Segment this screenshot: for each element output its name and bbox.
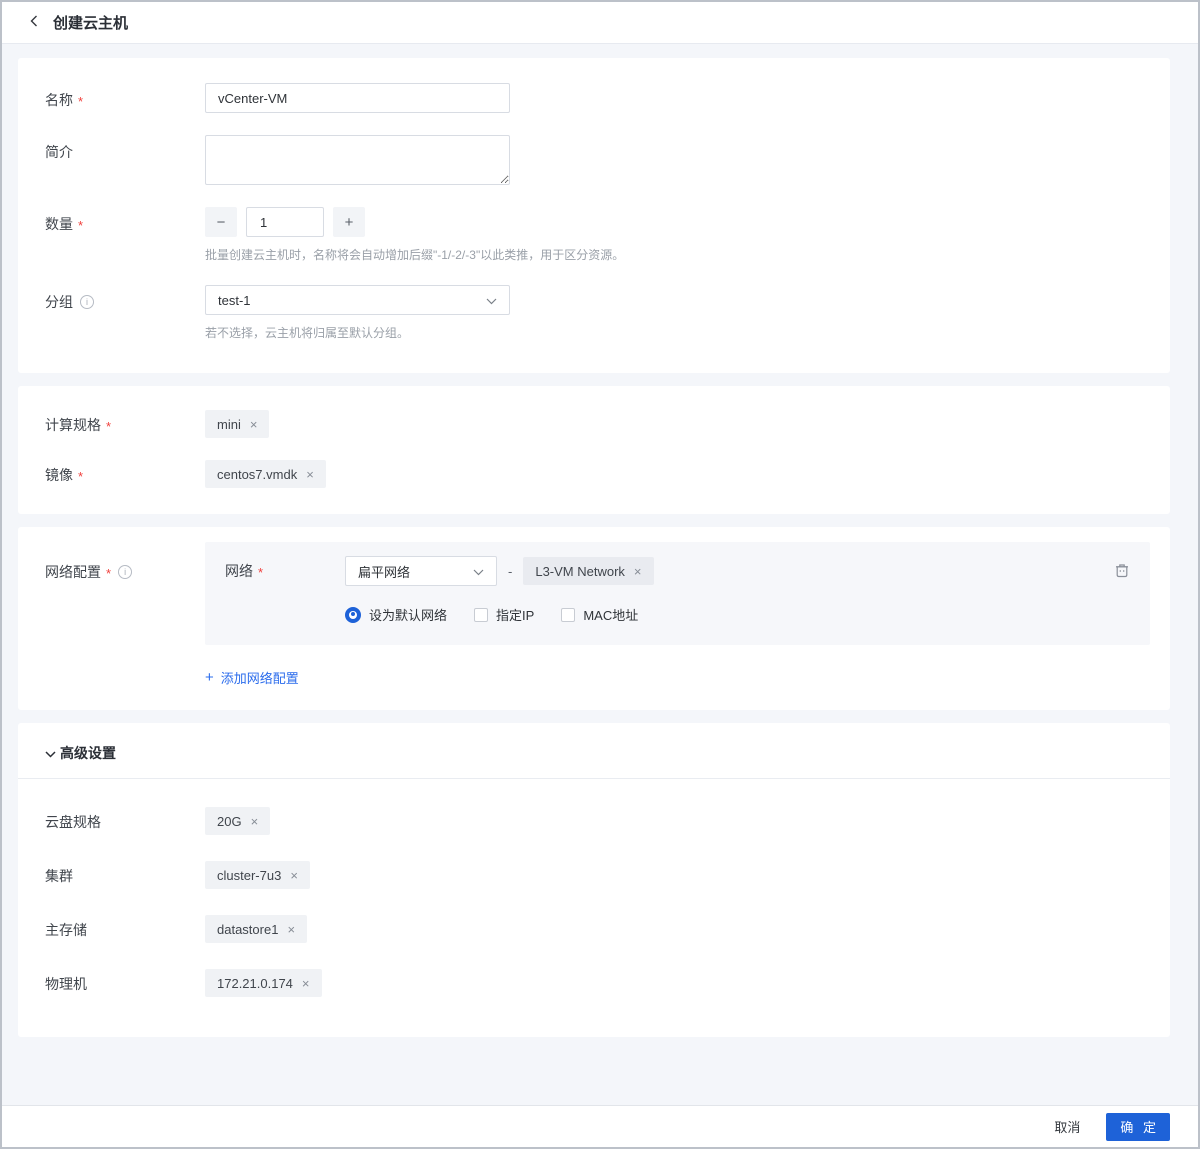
group-field: test-1 若不选择，云主机将归属至默认分组。: [205, 285, 510, 341]
mac-address-label: MAC地址: [583, 605, 638, 624]
quantity-label: 数量 *: [18, 207, 205, 234]
checkbox-icon: [561, 608, 575, 622]
disk-offering-row: 云盘规格 20G ×: [18, 807, 1170, 835]
compute-spec-tag: mini ×: [205, 410, 269, 438]
required-mark: *: [258, 565, 263, 580]
page-title: 创建云主机: [53, 12, 128, 33]
plus-icon: +: [205, 670, 214, 685]
create-vm-page: 创建云主机 名称 * 简介 数量 *: [0, 0, 1200, 1149]
quantity-increase-button[interactable]: +: [333, 207, 365, 237]
trash-icon: [1114, 566, 1130, 581]
compute-spec-label: 计算规格 *: [18, 410, 205, 435]
name-label: 名称 *: [18, 83, 205, 110]
quantity-input[interactable]: [246, 207, 324, 237]
quantity-field: − + 批量创建云主机时，名称将会自动增加后缀"-1/-2/-3"以此类推，用于…: [205, 207, 624, 263]
specify-ip-label: 指定IP: [496, 605, 534, 624]
image-label: 镜像 *: [18, 460, 205, 485]
advanced-rows: 云盘规格 20G × 集群 cluster-7u3 ×: [18, 779, 1170, 997]
disk-offering-tag: 20G ×: [205, 807, 270, 835]
compute-spec-row: 计算规格 * mini ×: [18, 410, 1170, 438]
required-mark: *: [106, 419, 111, 434]
cluster-label: 集群: [18, 861, 205, 886]
required-mark: *: [78, 218, 83, 233]
info-icon[interactable]: i: [118, 565, 132, 579]
form-content: 名称 * 简介 数量 * −: [2, 44, 1198, 1105]
spec-section: 计算规格 * mini × 镜像 * centos7.vmdk ×: [18, 386, 1170, 514]
group-select[interactable]: test-1: [205, 285, 510, 315]
group-select-value: test-1: [218, 293, 251, 308]
advanced-settings-toggle[interactable]: 高级设置: [18, 743, 1170, 779]
name-row: 名称 *: [18, 83, 1170, 113]
specify-ip-checkbox[interactable]: 指定IP: [474, 605, 534, 624]
back-button[interactable]: [28, 13, 40, 32]
advanced-settings-title: 高级设置: [60, 743, 116, 763]
checkbox-icon: [474, 608, 488, 622]
quantity-hint: 批量创建云主机时，名称将会自动增加后缀"-1/-2/-3"以此类推，用于区分资源…: [205, 246, 624, 263]
image-row: 镜像 * centos7.vmdk ×: [18, 460, 1170, 488]
advanced-section: 高级设置 云盘规格 20G × 集群 c: [18, 723, 1170, 1037]
chevron-left-icon: [30, 15, 38, 30]
remove-icon[interactable]: ×: [251, 815, 259, 828]
delete-network-button[interactable]: [1114, 562, 1130, 578]
network-options-row: 设为默认网络 指定IP MAC地址: [345, 605, 1150, 624]
quantity-stepper: − +: [205, 207, 624, 237]
footer-action-bar: 取消 确 定: [2, 1105, 1198, 1147]
group-row: 分组 i test-1 若不选择，云主机将归属至默认分组。: [18, 285, 1170, 341]
primary-storage-tag: datastore1 ×: [205, 915, 307, 943]
required-mark: *: [78, 469, 83, 484]
mac-address-checkbox[interactable]: MAC地址: [561, 605, 638, 624]
dash-separator: -: [508, 564, 512, 579]
primary-storage-row: 主存储 datastore1 ×: [18, 915, 1170, 943]
physical-host-row: 物理机 172.21.0.174 ×: [18, 969, 1170, 997]
network-label: 网络 *: [225, 561, 345, 581]
remove-icon[interactable]: ×: [290, 869, 298, 882]
quantity-row: 数量 * − + 批量创建云主机时，名称将会自动增加后缀"-1/-2/-3"以此…: [18, 207, 1170, 263]
default-network-radio[interactable]: 设为默认网络: [345, 605, 447, 624]
cluster-tag: cluster-7u3 ×: [205, 861, 310, 889]
required-mark: *: [106, 566, 111, 581]
quantity-decrease-button[interactable]: −: [205, 207, 237, 237]
remove-icon[interactable]: ×: [634, 565, 642, 578]
chevron-down-icon: [473, 564, 484, 579]
physical-host-tag: 172.21.0.174 ×: [205, 969, 322, 997]
group-hint: 若不选择，云主机将归属至默认分组。: [205, 324, 510, 341]
basic-info-section: 名称 * 简介 数量 * −: [18, 58, 1170, 373]
remove-icon[interactable]: ×: [287, 923, 295, 936]
chevron-down-icon: [45, 745, 56, 761]
remove-icon[interactable]: ×: [250, 418, 258, 431]
add-network-config-link[interactable]: + 添加网络配置: [205, 668, 299, 687]
network-config-panel: 网络 * 扁平网络 - L3-VM Network: [205, 542, 1150, 645]
network-type-select[interactable]: 扁平网络: [345, 556, 497, 586]
intro-label: 简介: [18, 135, 205, 162]
confirm-button[interactable]: 确 定: [1106, 1113, 1170, 1141]
network-select-row: 网络 * 扁平网络 - L3-VM Network: [205, 556, 1150, 586]
page-header: 创建云主机: [2, 2, 1198, 44]
radio-checked-icon: [345, 607, 361, 623]
image-tag: centos7.vmdk ×: [205, 460, 326, 488]
remove-icon[interactable]: ×: [302, 977, 310, 990]
group-label: 分组 i: [18, 285, 205, 312]
network-section: 网络配置 * i 网络 * 扁平网络: [18, 527, 1170, 710]
add-network-config-label: 添加网络配置: [221, 668, 299, 687]
remove-icon[interactable]: ×: [306, 468, 314, 481]
info-icon[interactable]: i: [80, 295, 94, 309]
name-input[interactable]: [205, 83, 510, 113]
network-type-value: 扁平网络: [358, 562, 410, 581]
l3-network-tag: L3-VM Network ×: [523, 557, 653, 585]
network-config-label: 网络配置 * i: [18, 542, 205, 582]
physical-host-label: 物理机: [18, 969, 205, 994]
default-network-label: 设为默认网络: [369, 605, 447, 624]
primary-storage-label: 主存储: [18, 915, 205, 940]
network-config-row: 网络配置 * i 网络 * 扁平网络: [18, 542, 1170, 687]
chevron-down-icon: [486, 293, 497, 308]
intro-row: 简介: [18, 135, 1170, 185]
required-mark: *: [78, 94, 83, 109]
cancel-button[interactable]: 取消: [1054, 1117, 1080, 1136]
network-config-body: 网络 * 扁平网络 - L3-VM Network: [205, 542, 1170, 687]
disk-offering-label: 云盘规格: [18, 807, 205, 832]
cluster-row: 集群 cluster-7u3 ×: [18, 861, 1170, 889]
intro-textarea[interactable]: [205, 135, 510, 185]
